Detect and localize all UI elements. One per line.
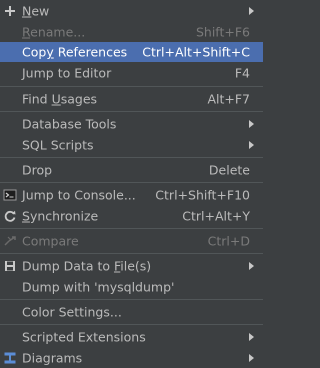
menu-item-shortcut: Ctrl+D (207, 233, 250, 248)
menu-item-shortcut: Ctrl+Shift+F10 (155, 187, 250, 202)
menu-item-drop[interactable]: Drop Delete (0, 159, 263, 181)
menu-separator (0, 253, 263, 254)
menu-item-dump-data-to-files[interactable]: Dump Data to File(s) (0, 255, 263, 276)
menu-item-database-tools[interactable]: Database Tools (0, 113, 263, 134)
menu-item-diagrams[interactable]: Diagrams (0, 347, 263, 368)
menu-item-compare[interactable]: Compare Ctrl+D (0, 230, 263, 251)
diagram-icon (3, 351, 17, 365)
plus-icon (3, 4, 17, 18)
save-icon (3, 259, 17, 273)
submenu-arrow-icon (249, 7, 254, 15)
sync-icon (3, 209, 17, 223)
menu-separator (0, 182, 263, 183)
submenu-arrow-icon (249, 119, 254, 128)
menu-item-label: Rename... (22, 24, 86, 39)
menu-item-shortcut: Shift+F6 (195, 24, 250, 39)
menu-item-synchronize[interactable]: Synchronize Ctrl+Alt+Y (0, 205, 263, 226)
menu-item-label: Database Tools (22, 116, 117, 131)
menu-item-label: Dump Data to File(s) (22, 258, 152, 273)
menu-item-label: Diagrams (22, 350, 83, 365)
menu-item-copy-references[interactable]: Copy References Ctrl+Alt+Shift+C (0, 42, 263, 62)
menu-separator (0, 228, 263, 229)
submenu-arrow-icon (249, 140, 254, 149)
menu-item-jump-to-editor[interactable]: Jump to Editor F4 (0, 62, 263, 84)
menu-item-label: Find Usages (22, 91, 98, 107)
menu-item-rename[interactable]: Rename... Shift+F6 (0, 21, 263, 42)
menu-item-find-usages[interactable]: Find Usages Alt+F7 (0, 88, 263, 110)
menu-separator (0, 111, 263, 112)
menu-item-label: Drop (22, 162, 53, 178)
menu-separator (0, 157, 263, 158)
menu-item-sql-scripts[interactable]: SQL Scripts (0, 134, 263, 155)
menu-separator (0, 324, 263, 325)
menu-item-label: Copy References (22, 44, 128, 60)
menu-item-label: New (22, 3, 50, 19)
submenu-arrow-icon (249, 261, 254, 270)
menu-item-dump-with-mysqldump[interactable]: Dump with 'mysqldump' (0, 276, 263, 297)
menu-item-shortcut: Ctrl+Alt+Y (182, 208, 250, 223)
menu-item-label: Scripted Extensions (22, 329, 146, 344)
compare-icon (3, 234, 17, 248)
menu-item-new[interactable]: New (0, 1, 263, 21)
menu-item-scripted-extensions[interactable]: Scripted Extensions (0, 326, 263, 347)
console-icon (3, 188, 17, 202)
menu-item-shortcut: F4 (234, 65, 250, 81)
menu-item-shortcut: Delete (208, 162, 250, 178)
menu-item-label: Synchronize (22, 208, 99, 223)
menu-item-jump-to-console[interactable]: Jump to Console... Ctrl+Shift+F10 (0, 184, 263, 205)
menu-item-label: Color Settings... (22, 304, 122, 320)
menu-item-label: Dump with 'mysqldump' (22, 279, 175, 294)
submenu-arrow-icon (249, 332, 254, 341)
menu-item-label: Compare (22, 233, 79, 248)
menu-separator (0, 299, 263, 300)
menu-item-shortcut: Ctrl+Alt+Shift+C (142, 44, 250, 60)
menu-item-label: Jump to Editor (22, 65, 112, 81)
menu-item-color-settings[interactable]: Color Settings... (0, 301, 263, 323)
menu-item-label: SQL Scripts (22, 137, 94, 152)
submenu-arrow-icon (249, 353, 254, 362)
menu-separator (0, 86, 263, 87)
context-menu: New Rename... Shift+F6 Copy References C… (0, 0, 263, 368)
menu-item-shortcut: Alt+F7 (207, 91, 250, 107)
menu-item-label: Jump to Console... (22, 187, 136, 202)
